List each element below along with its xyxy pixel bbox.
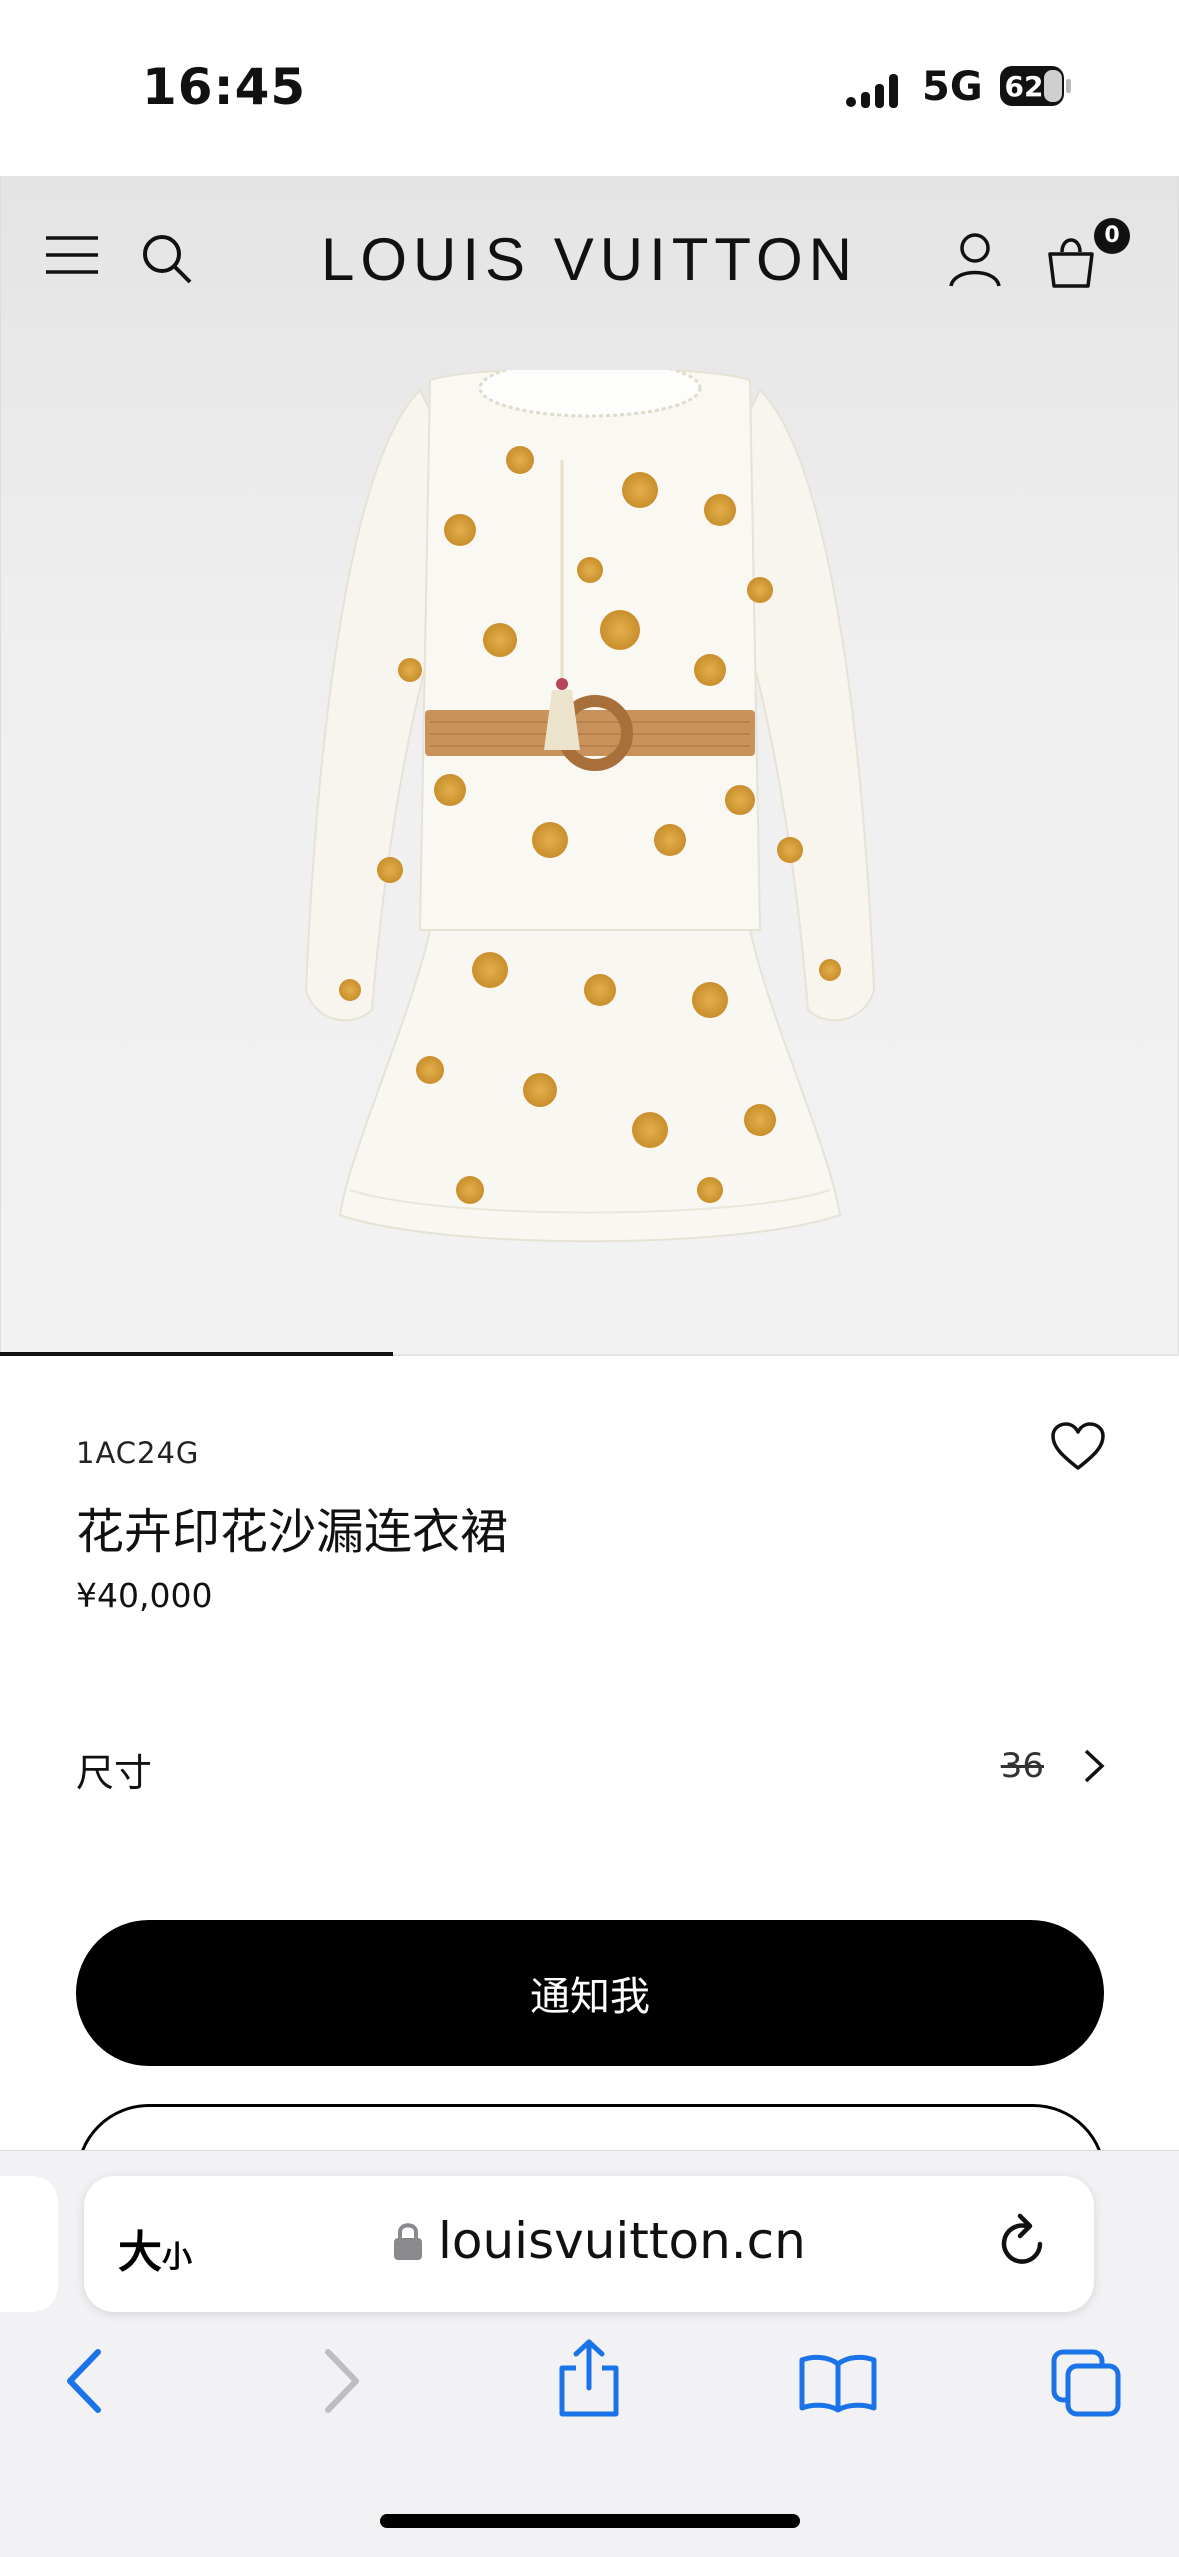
product-sku: 1AC24G bbox=[76, 1436, 200, 1470]
text-size-button[interactable]: 大小 bbox=[118, 2216, 192, 2280]
status-bar: 16:45 5G 62 bbox=[0, 0, 1179, 176]
forward-arrow-icon[interactable] bbox=[320, 2346, 364, 2420]
chevron-right-icon bbox=[1084, 1749, 1105, 1783]
account-icon[interactable] bbox=[948, 232, 1002, 288]
size-value: 36 bbox=[1000, 1746, 1044, 1786]
product-price: ¥40,000 bbox=[76, 1576, 213, 1615]
cart-count-badge: 0 bbox=[1094, 218, 1130, 254]
bookmarks-icon[interactable] bbox=[798, 2352, 878, 2418]
product-title: 花卉印花沙漏连衣裙 bbox=[76, 1504, 509, 1560]
notify-me-button[interactable]: 通知我 bbox=[76, 1920, 1104, 2066]
brand-logo[interactable]: LOUIS VUITTON bbox=[0, 225, 1179, 294]
signal-icon bbox=[846, 74, 898, 108]
status-time: 16:45 bbox=[142, 58, 307, 116]
product-dress-image[interactable] bbox=[290, 370, 890, 1270]
share-icon[interactable] bbox=[556, 2338, 622, 2422]
heart-icon[interactable] bbox=[1050, 1422, 1106, 1476]
previous-tab-preview[interactable] bbox=[0, 2176, 58, 2312]
size-selector[interactable]: 尺寸 36 bbox=[76, 1742, 1106, 1802]
gallery-progress-indicator bbox=[0, 1352, 393, 1356]
url-display[interactable]: louisvuitton.cn bbox=[392, 2212, 806, 2270]
battery-level-text: 62 bbox=[1005, 70, 1044, 103]
home-indicator bbox=[380, 2514, 800, 2528]
battery-icon: 62 bbox=[1000, 66, 1071, 106]
size-label: 尺寸 bbox=[76, 1751, 153, 1795]
back-arrow-icon[interactable] bbox=[62, 2346, 106, 2420]
url-text: louisvuitton.cn bbox=[438, 2212, 806, 2270]
shopping-bag-icon[interactable] bbox=[1044, 232, 1098, 288]
text-size-small: 小 bbox=[162, 2240, 192, 2275]
text-size-big: 大 bbox=[118, 2227, 162, 2278]
reload-icon[interactable] bbox=[996, 2212, 1050, 2274]
network-type: 5G bbox=[922, 64, 983, 110]
lock-icon bbox=[394, 2223, 422, 2260]
tabs-icon[interactable] bbox=[1050, 2348, 1122, 2422]
